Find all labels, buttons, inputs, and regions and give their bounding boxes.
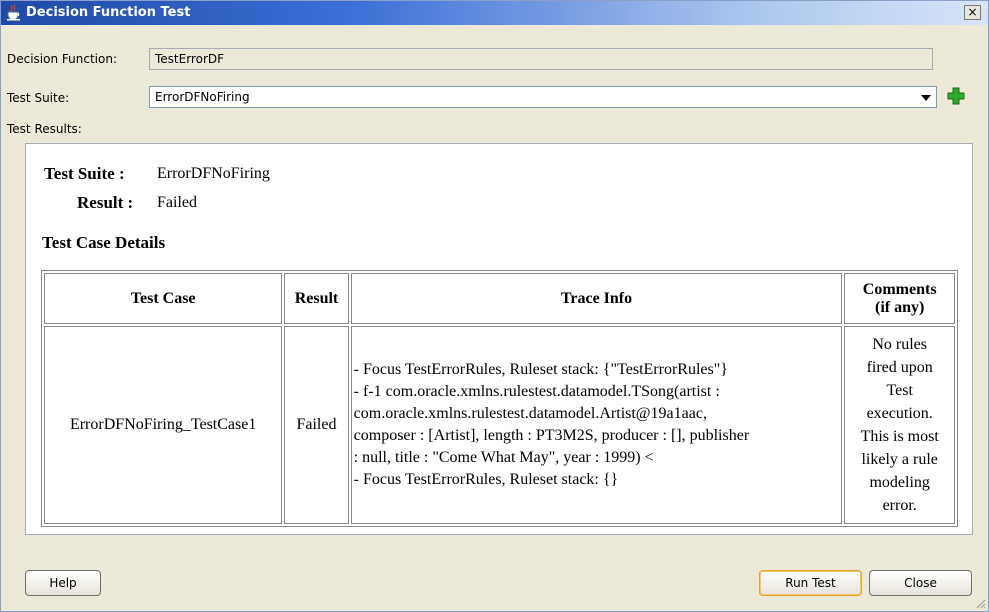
test-results-label: Test Results: (7, 122, 82, 136)
test-suite-selected-value: ErrorDFNoFiring (155, 90, 250, 104)
trace-line: composer : [Artist], length : PT3M2S, pr… (353, 427, 750, 444)
chevron-down-icon[interactable] (921, 95, 931, 101)
help-button[interactable]: Help (25, 570, 101, 596)
trace-info-cell: - Focus TestErrorRules, Ruleset stack: {… (350, 326, 843, 524)
dialog-window: Decision Function Test × Decision Functi… (0, 0, 989, 612)
header-test-case: Test Case (44, 273, 283, 324)
decision-function-label: Decision Function: (7, 52, 117, 66)
result-summary-label: Result : (77, 193, 134, 212)
comment-line: Test (886, 382, 913, 399)
close-button[interactable]: Close (869, 570, 972, 596)
title-bar[interactable]: Decision Function Test × (1, 1, 988, 25)
header-trace-info: Trace Info (350, 273, 843, 324)
add-icon[interactable] (947, 87, 965, 105)
test-results-panel: Test Suite : ErrorDFNoFiring Result : Fa… (25, 143, 973, 535)
result-summary-value: Failed (157, 194, 197, 211)
comment-line: execution. (866, 405, 933, 422)
trace-line: com.oracle.xmlns.rulestest.datamodel.Art… (353, 405, 707, 422)
comment-line: likely a rule (861, 451, 938, 468)
comment-line: modeling (869, 474, 930, 491)
run-test-button[interactable]: Run Test (759, 570, 862, 596)
test-case-table: Test Case Result Trace Info Comments (if… (41, 270, 958, 527)
comment-line: fired upon (866, 359, 933, 376)
comments-cell: No rules fired upon Test execution. This… (844, 326, 955, 524)
suite-summary-value: ErrorDFNoFiring (157, 165, 270, 182)
table-header-row: Test Case Result Trace Info Comments (if… (44, 273, 955, 324)
result-cell: Failed (284, 326, 349, 524)
trace-line: - Focus TestErrorRules, Ruleset stack: {… (353, 471, 619, 488)
trace-line: - Focus TestErrorRules, Ruleset stack: {… (353, 361, 728, 378)
test-suite-select[interactable]: ErrorDFNoFiring (149, 86, 937, 108)
table-row: ErrorDFNoFiring_TestCase1 Failed - Focus… (44, 326, 955, 524)
header-comments-line1: Comments (862, 280, 937, 298)
trace-line: : null, title : "Come What May", year : … (353, 449, 654, 466)
window-title: Decision Function Test (26, 5, 191, 20)
header-result: Result (284, 273, 349, 324)
decision-function-field: TestErrorDF (149, 48, 933, 70)
header-comments-line2: (if any) (875, 298, 925, 316)
resize-grip-icon[interactable] (974, 597, 986, 609)
test-case-cell: ErrorDFNoFiring_TestCase1 (44, 326, 283, 524)
comment-line: This is most (860, 428, 939, 445)
comment-line: error. (882, 497, 917, 514)
suite-summary-label: Test Suite : (44, 164, 125, 183)
trace-line: - f-1 com.oracle.xmlns.rulestest.datamod… (353, 383, 720, 400)
java-cup-icon (7, 4, 20, 21)
test-suite-label: Test Suite: (7, 91, 70, 105)
close-window-button[interactable]: × (964, 5, 981, 20)
comment-line: No rules (872, 336, 927, 353)
test-case-details-title: Test Case Details (42, 233, 166, 252)
header-comments: Comments (if any) (844, 273, 955, 324)
